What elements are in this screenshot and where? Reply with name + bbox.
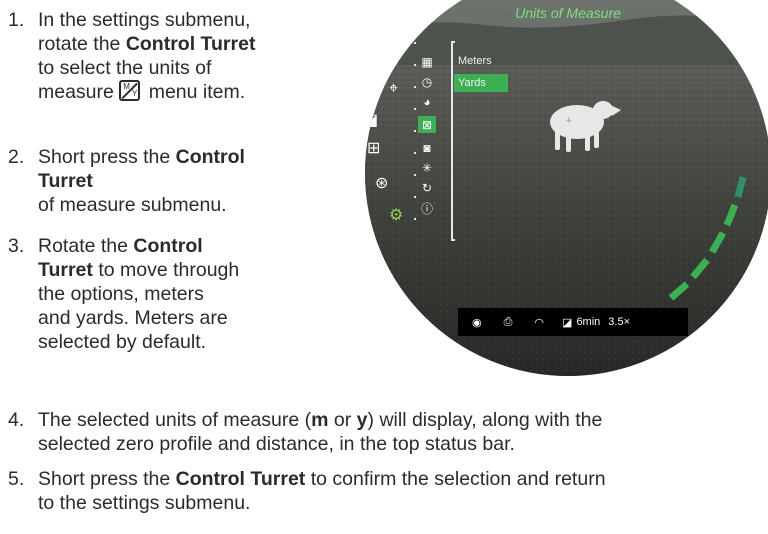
units-of-measure-icon: MY: [119, 80, 141, 101]
status-bar: ◉ ⎙ ◠ ◪ 6min 3.5×: [458, 308, 688, 336]
svg-text:+: +: [565, 116, 573, 126]
globe-icon[interactable]: ◕: [418, 94, 436, 110]
brightness-icon[interactable]: ✳: [418, 160, 436, 176]
step-line: rotate the Control Turret: [38, 33, 256, 55]
display-off-icon[interactable]: ◪: [365, 110, 378, 130]
clock-icon[interactable]: ◷: [418, 74, 436, 90]
wifi-icon: ◠: [534, 316, 545, 329]
units-icon[interactable]: ⊠: [418, 117, 436, 133]
zoom-level: 3.5×: [608, 316, 630, 328]
step-line: to select the units of: [38, 57, 212, 79]
reset-icon[interactable]: ↻: [418, 180, 436, 196]
step-line: In the settings submenu,: [38, 9, 251, 31]
step-number: 5.: [8, 468, 25, 490]
status-time: 6min: [576, 316, 601, 328]
control-turret-label: Control Turret: [125, 33, 256, 55]
picture-in-picture-icon[interactable]: ◙: [418, 140, 436, 156]
compass-icon[interactable]: ⊛: [375, 173, 388, 193]
submenu-title: Units of Measure: [515, 5, 621, 21]
eye-icon: ◉: [472, 316, 482, 329]
option-yards[interactable]: Yards: [454, 74, 508, 92]
info-icon[interactable]: ⓘ: [418, 201, 436, 217]
display-icon: ◪: [562, 316, 573, 329]
scope-view: + Units of Measure Meters Yards ▦ ◷ ◕ ⊠ …: [365, 0, 768, 376]
step-number: 3.: [8, 235, 25, 257]
crosshair-icon[interactable]: ⌖: [389, 80, 398, 98]
recording-icon: ⎙: [503, 315, 513, 328]
step-number: 1.: [8, 9, 25, 31]
calendar-icon[interactable]: ▦: [418, 54, 436, 70]
step-line: measure MY menu item.: [38, 80, 246, 103]
step-number: 4.: [8, 409, 25, 431]
settings-icon[interactable]: ⚙: [389, 205, 403, 225]
option-meters[interactable]: Meters: [454, 52, 508, 70]
step-number: 2.: [8, 146, 25, 168]
add-box-icon[interactable]: ⊞: [367, 138, 380, 158]
